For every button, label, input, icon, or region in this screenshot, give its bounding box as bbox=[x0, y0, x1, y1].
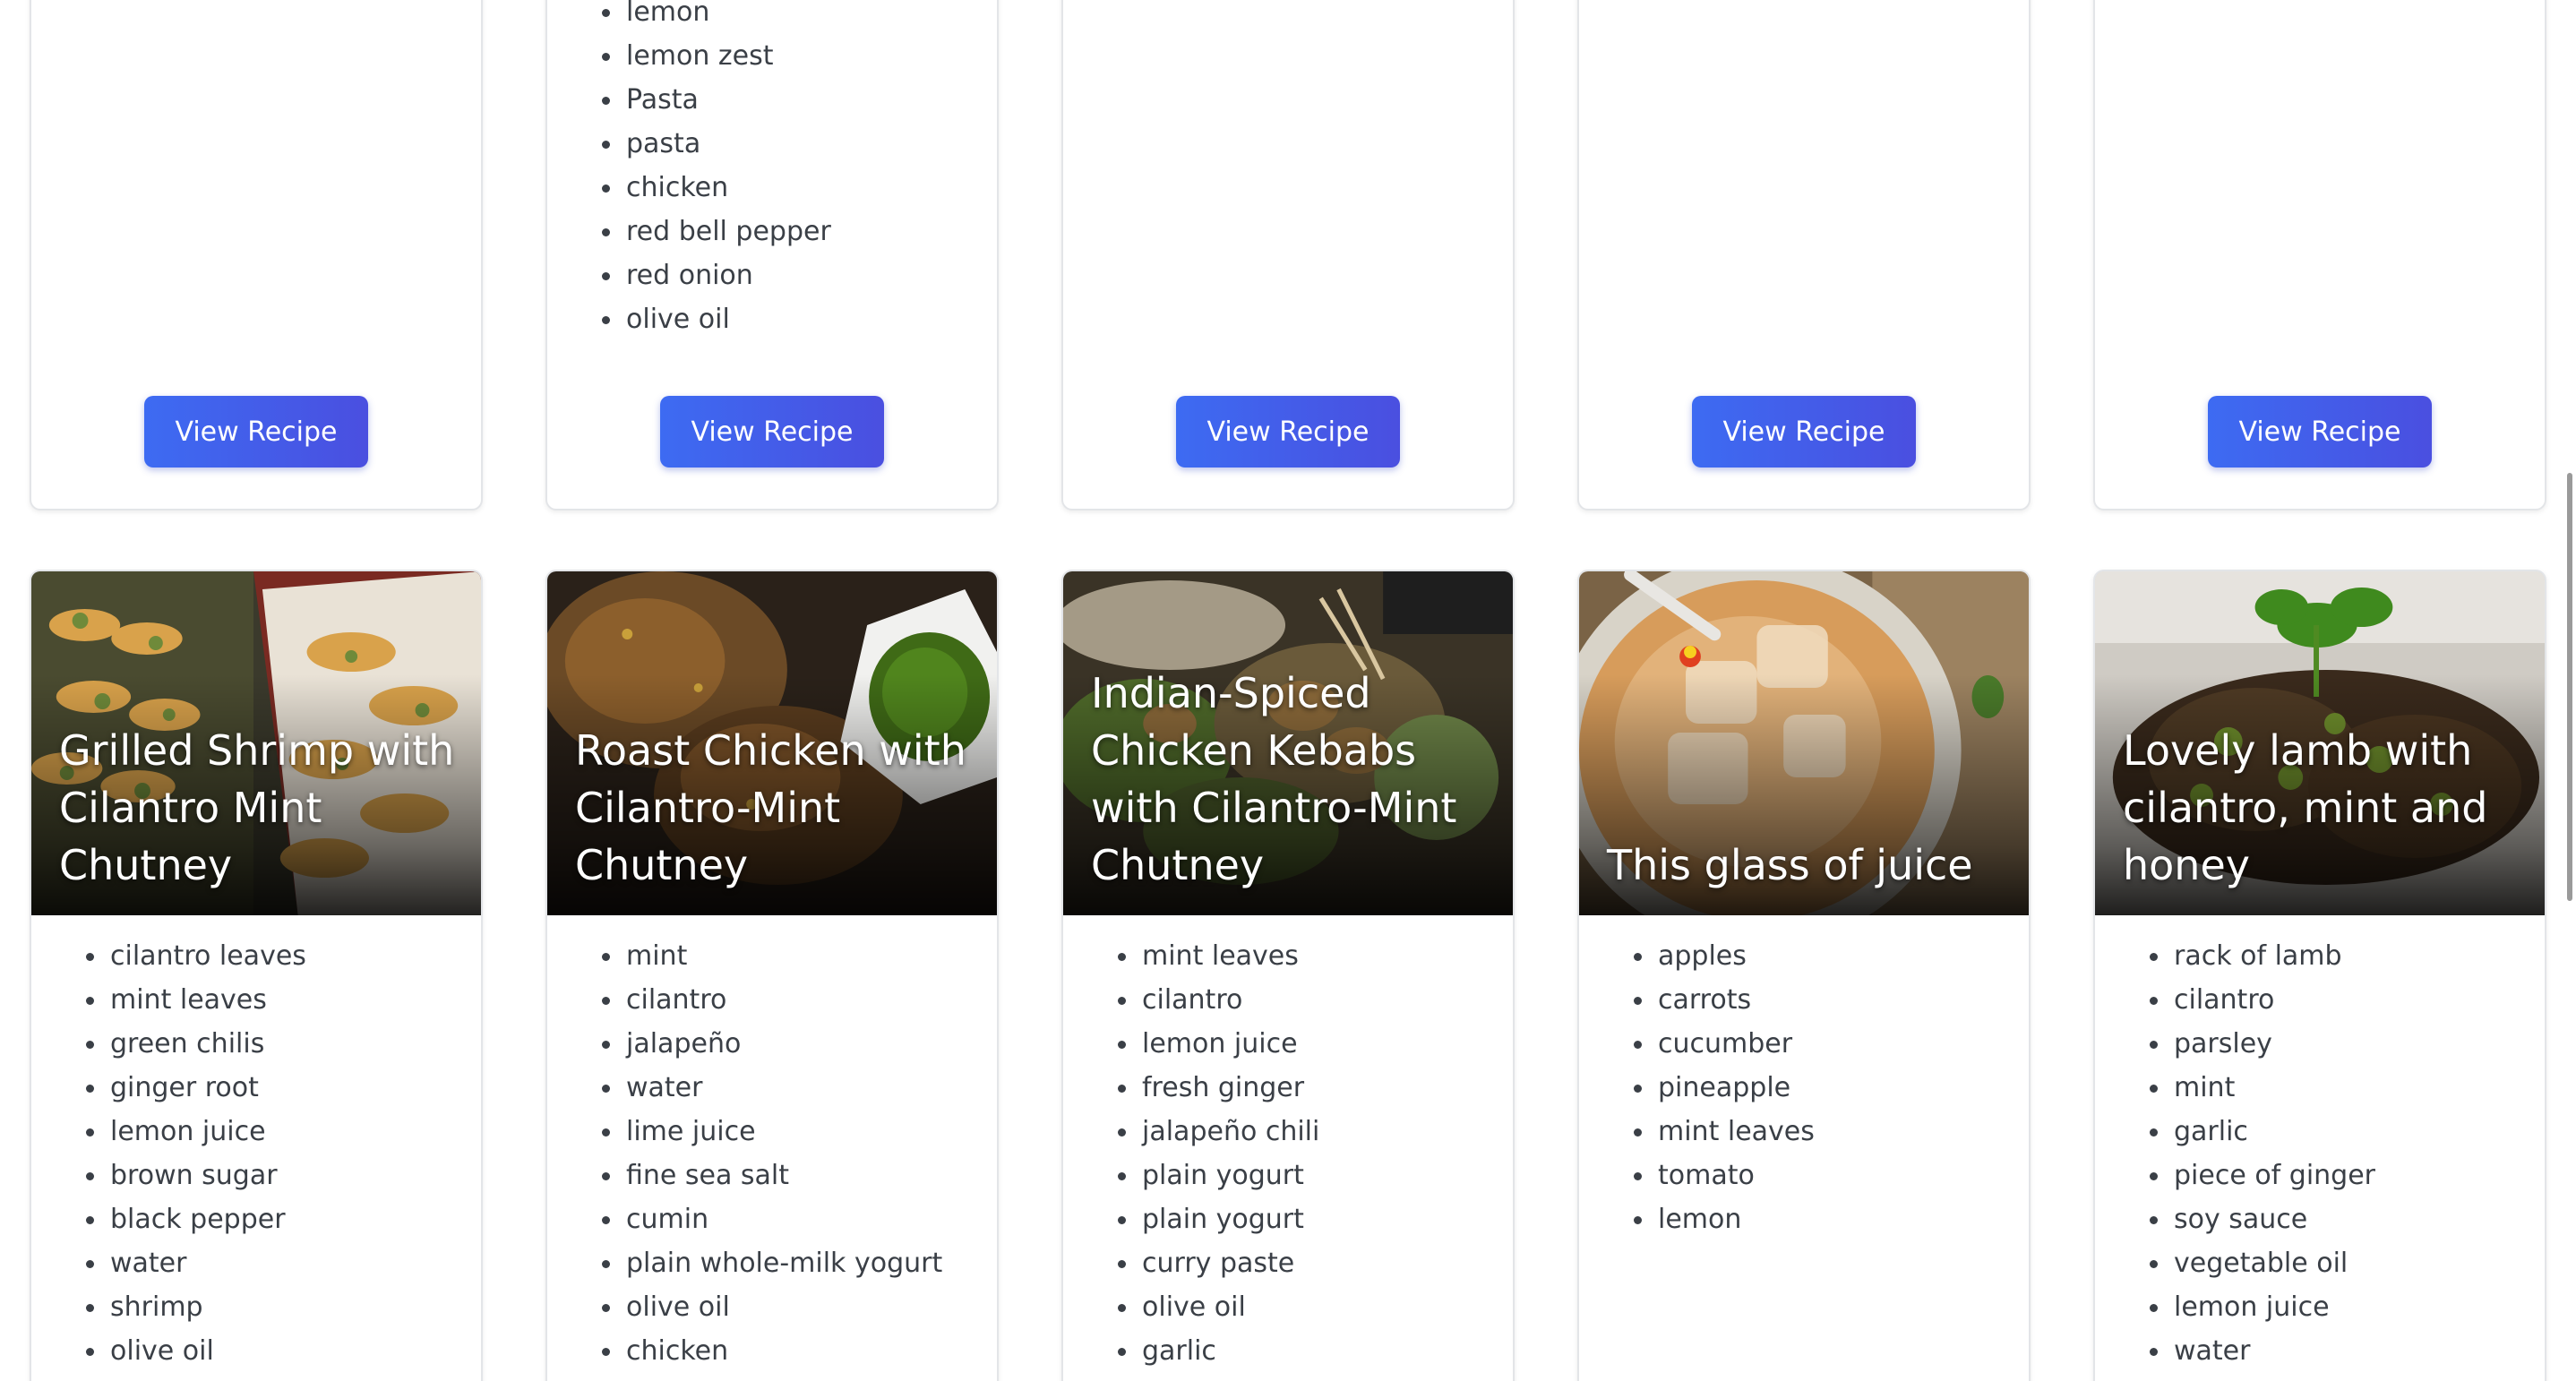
ingredient-item: lemon juice bbox=[1117, 1022, 1319, 1066]
page-scrollbar[interactable] bbox=[2567, 473, 2572, 901]
recipe-card: lemon lemon zest Pasta pasta chicken red… bbox=[545, 0, 999, 510]
ingredient-item: lemon juice bbox=[86, 1110, 306, 1154]
ingredient-item: lemon juice bbox=[2150, 1285, 2375, 1329]
ingredient-item: shrimp bbox=[86, 1285, 306, 1329]
ingredient-item: fine sea salt bbox=[601, 1154, 942, 1197]
ingredient-item: plain yogurt bbox=[1117, 1154, 1319, 1197]
ingredient-item: lime juice bbox=[601, 1110, 942, 1154]
ingredient-item: chicken bbox=[602, 166, 831, 210]
ingredient-item: lemon zest bbox=[602, 34, 831, 78]
ingredient-item: red onion bbox=[602, 253, 831, 297]
recipe-title[interactable]: Lovely lamb with cilantro, mint and hone… bbox=[2123, 722, 2527, 894]
ingredient-item: lemon bbox=[1634, 1197, 1815, 1241]
ingredient-item: carrots bbox=[1634, 978, 1815, 1022]
ingredient-item: cilantro leaves bbox=[86, 934, 306, 978]
recipe-image[interactable]: Lovely lamb with cilantro, mint and hone… bbox=[2095, 571, 2545, 915]
ingredient-item: tomato bbox=[1634, 1154, 1815, 1197]
ingredient-item: Pasta bbox=[602, 78, 831, 122]
ingredient-item: olive oil bbox=[86, 1329, 306, 1373]
view-recipe-button[interactable]: View Recipe bbox=[2208, 396, 2432, 467]
ingredient-item: piece of ginger bbox=[2150, 1154, 2375, 1197]
ingredient-item: curry paste bbox=[1117, 1241, 1319, 1285]
view-recipe-button[interactable]: View Recipe bbox=[1692, 396, 1916, 467]
recipe-title[interactable]: Indian-Spiced Chicken Kebabs with Cilant… bbox=[1091, 665, 1495, 894]
ingredient-item: cucumber bbox=[1634, 1022, 1815, 1066]
recipe-card[interactable]: Lovely lamb with cilantro, mint and hone… bbox=[2093, 570, 2546, 1381]
ingredient-item: lemon bbox=[602, 0, 831, 34]
ingredient-list: cilantro leaves mint leaves green chilis… bbox=[31, 934, 306, 1373]
recipe-card: View Recipe bbox=[1061, 0, 1515, 510]
recipe-card: View Recipe bbox=[2093, 0, 2546, 510]
ingredient-list: mint leaves cilantro lemon juice fresh g… bbox=[1063, 934, 1319, 1373]
ingredient-item: red bell pepper bbox=[602, 210, 831, 253]
ingredient-item: jalapeño bbox=[601, 1022, 942, 1066]
ingredient-item: green chilis bbox=[86, 1022, 306, 1066]
ingredient-item: brown sugar bbox=[86, 1154, 306, 1197]
recipe-card[interactable]: Roast Chicken with Cilantro-Mint Chutney… bbox=[545, 570, 999, 1381]
ingredient-item: pineapple bbox=[1634, 1066, 1815, 1110]
ingredient-item: mint bbox=[601, 934, 942, 978]
recipe-card: View Recipe bbox=[30, 0, 483, 510]
recipe-image[interactable]: Grilled Shrimp with Cilantro Mint Chutne… bbox=[31, 571, 481, 915]
ingredient-item: olive oil bbox=[602, 297, 831, 341]
ingredient-item: cilantro bbox=[2150, 978, 2375, 1022]
recipe-card[interactable]: Grilled Shrimp with Cilantro Mint Chutne… bbox=[30, 570, 483, 1381]
recipe-card[interactable]: This glass of juice apples carrots cucum… bbox=[1577, 570, 2031, 1381]
view-recipe-button[interactable]: View Recipe bbox=[144, 396, 368, 467]
ingredient-item: mint bbox=[2150, 1066, 2375, 1110]
ingredient-item: mint leaves bbox=[1634, 1110, 1815, 1154]
ingredient-item: ginger root bbox=[86, 1066, 306, 1110]
recipe-image[interactable]: This glass of juice bbox=[1579, 571, 2029, 915]
ingredient-item: garlic bbox=[2150, 1110, 2375, 1154]
ingredient-item: vegetable oil bbox=[2150, 1241, 2375, 1285]
ingredient-item: cilantro bbox=[601, 978, 942, 1022]
ingredient-item: mint leaves bbox=[1117, 934, 1319, 978]
ingredient-item: plain yogurt bbox=[1117, 1197, 1319, 1241]
ingredient-item: olive oil bbox=[1117, 1285, 1319, 1329]
ingredient-list: lemon lemon zest Pasta pasta chicken red… bbox=[547, 0, 831, 341]
recipe-card: View Recipe bbox=[1577, 0, 2031, 510]
recipe-card[interactable]: Indian-Spiced Chicken Kebabs with Cilant… bbox=[1061, 570, 1515, 1381]
ingredient-item: cilantro bbox=[1117, 978, 1319, 1022]
recipe-image[interactable]: Roast Chicken with Cilantro-Mint Chutney bbox=[547, 571, 997, 915]
ingredient-item: rack of lamb bbox=[2150, 934, 2375, 978]
ingredient-item: black pepper bbox=[86, 1197, 306, 1241]
ingredient-item: parsley bbox=[2150, 1022, 2375, 1066]
view-recipe-button[interactable]: View Recipe bbox=[660, 396, 884, 467]
recipe-title[interactable]: Roast Chicken with Cilantro-Mint Chutney bbox=[575, 722, 979, 894]
ingredient-item: plain whole-milk yogurt bbox=[601, 1241, 942, 1285]
ingredient-item: pasta bbox=[602, 122, 831, 166]
ingredient-item: jalapeño chili bbox=[1117, 1110, 1319, 1154]
ingredient-item: water bbox=[86, 1241, 306, 1285]
ingredient-item: chicken bbox=[601, 1329, 942, 1373]
recipe-title[interactable]: This glass of juice bbox=[1607, 836, 2011, 894]
ingredient-list: apples carrots cucumber pineapple mint l… bbox=[1579, 934, 1815, 1241]
ingredient-list: mint cilantro jalapeño water lime juice … bbox=[547, 934, 942, 1373]
ingredient-item: garlic bbox=[1117, 1329, 1319, 1373]
ingredient-item: mint leaves bbox=[86, 978, 306, 1022]
ingredient-item: soy sauce bbox=[2150, 1197, 2375, 1241]
ingredient-list: rack of lamb cilantro parsley mint garli… bbox=[2095, 934, 2375, 1373]
view-recipe-button[interactable]: View Recipe bbox=[1176, 396, 1400, 467]
ingredient-item: cumin bbox=[601, 1197, 942, 1241]
ingredient-item: fresh ginger bbox=[1117, 1066, 1319, 1110]
recipe-grid-page: View Recipe lemon lemon zest Pasta pasta… bbox=[0, 0, 2576, 1381]
recipe-image[interactable]: Indian-Spiced Chicken Kebabs with Cilant… bbox=[1063, 571, 1513, 915]
ingredient-item: apples bbox=[1634, 934, 1815, 978]
ingredient-item: water bbox=[2150, 1329, 2375, 1373]
ingredient-item: water bbox=[601, 1066, 942, 1110]
ingredient-item: olive oil bbox=[601, 1285, 942, 1329]
recipe-title[interactable]: Grilled Shrimp with Cilantro Mint Chutne… bbox=[59, 722, 463, 894]
